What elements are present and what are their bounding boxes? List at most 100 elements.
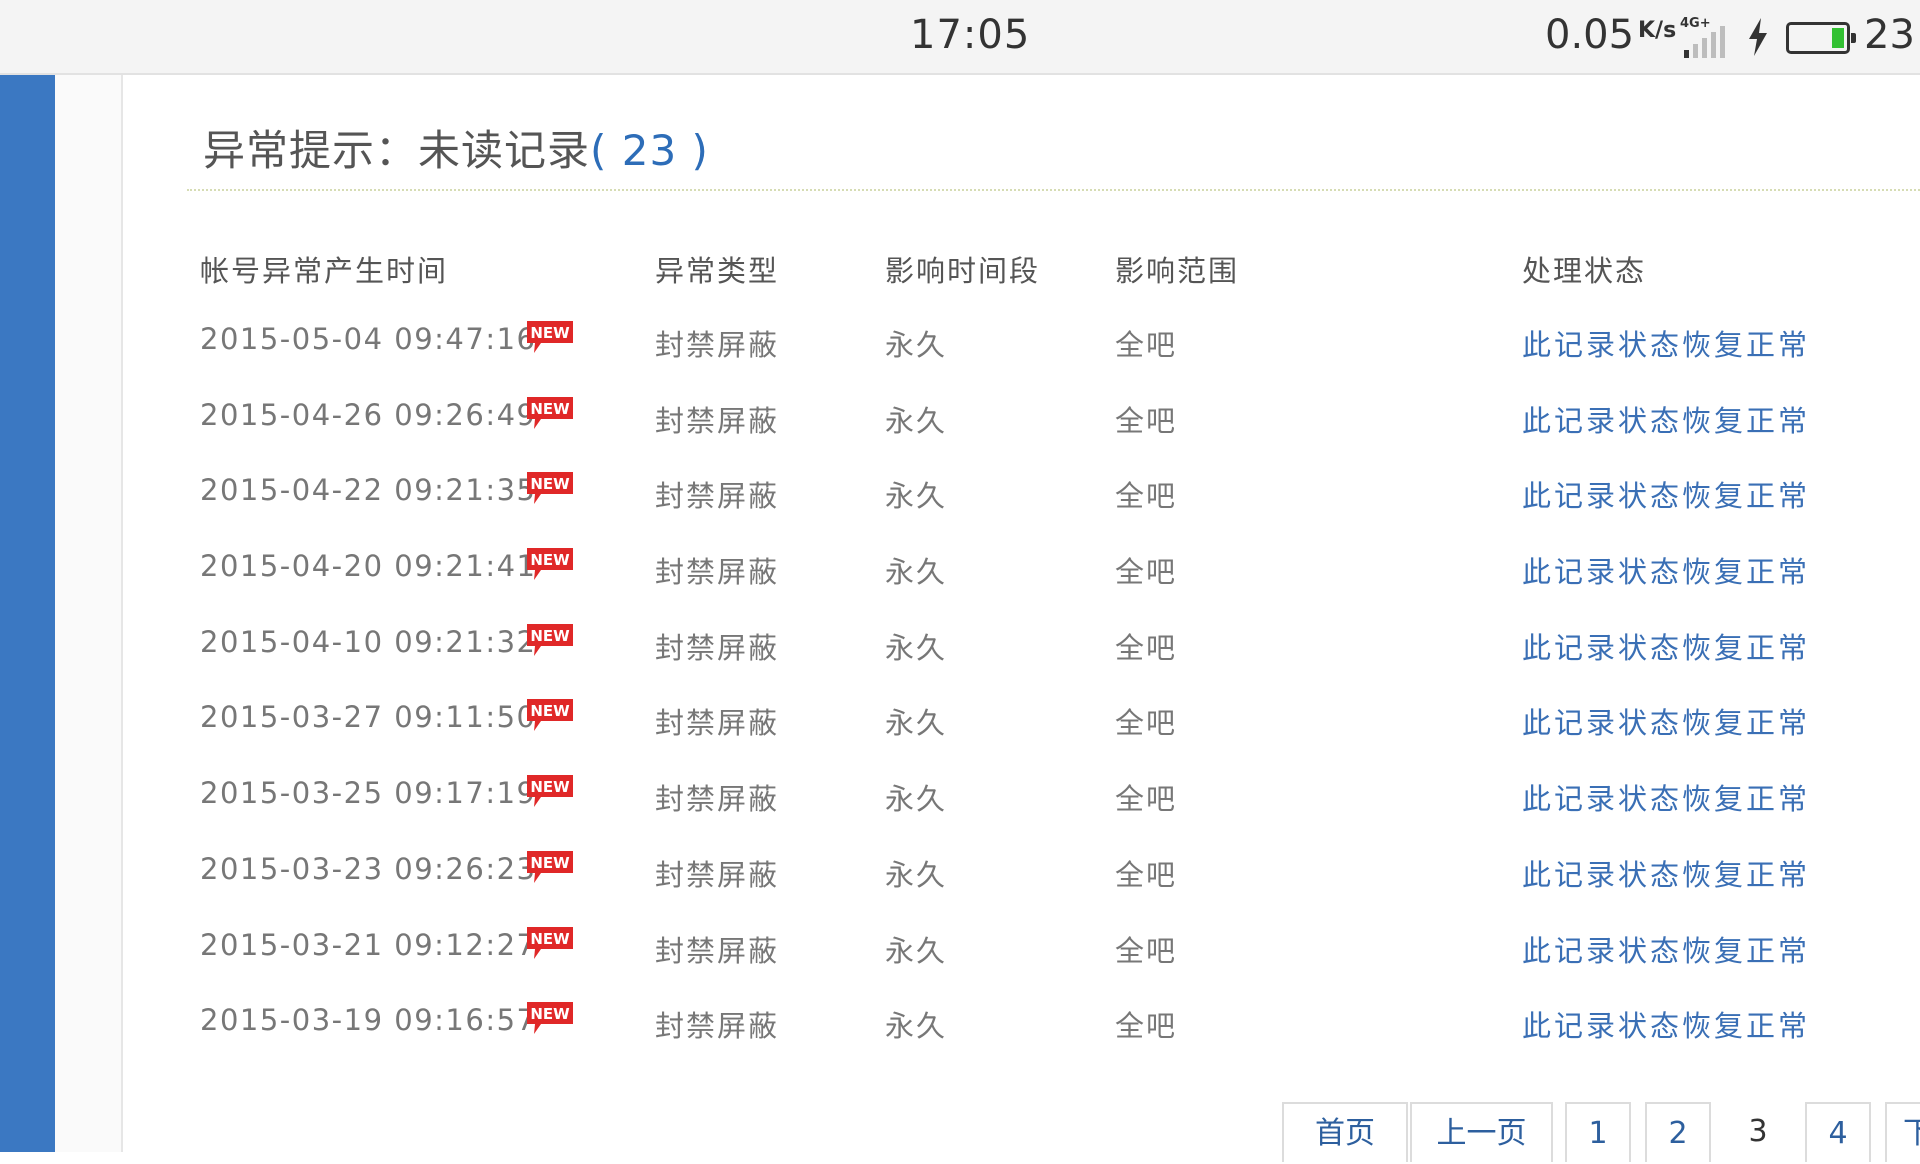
record-scope: 全吧 xyxy=(1115,857,1178,892)
signal-icon: 4G+ xyxy=(1680,16,1736,58)
table-row: 2015-03-21 09:12:27 NEW 封禁屏蔽 永久 全吧 此记录状态恢复正常 xyxy=(125,914,1920,990)
network-speed-unit: K/s xyxy=(1638,18,1677,43)
record-time: 2015-04-22 09:21:35 xyxy=(200,473,537,508)
new-badge-icon: NEW xyxy=(527,1002,573,1035)
table-row: 2015-04-20 09:21:41 NEW 封禁屏蔽 永久 全吧 此记录状态恢复正常 xyxy=(125,535,1920,611)
record-status-link[interactable]: 此记录状态恢复正常 xyxy=(1522,322,1810,364)
record-scope: 全吧 xyxy=(1115,555,1178,590)
record-type: 封禁屏蔽 xyxy=(655,555,780,590)
first-page-button[interactable]: 首页 xyxy=(1282,1102,1408,1162)
record-status-link[interactable]: 此记录状态恢复正常 xyxy=(1522,549,1810,591)
record-duration: 永久 xyxy=(885,706,948,741)
record-type: 封禁屏蔽 xyxy=(655,403,780,438)
record-time: 2015-03-25 09:17:19 xyxy=(200,776,537,811)
record-time: 2015-03-23 09:26:23 xyxy=(200,851,537,886)
record-time: 2015-03-19 09:16:57 xyxy=(200,1003,537,1038)
record-status-link[interactable]: 此记录状态恢复正常 xyxy=(1522,776,1810,818)
new-badge-label: NEW xyxy=(530,930,570,948)
column-header-type: 异常类型 xyxy=(655,254,780,288)
page-2-button[interactable]: 2 xyxy=(1645,1102,1711,1162)
column-header-time: 帐号异常产生时间 xyxy=(200,254,449,288)
table-row: 2015-04-10 09:21:32 NEW 封禁屏蔽 永久 全吧 此记录状态恢复正常 xyxy=(125,611,1920,687)
column-header-scope: 影响范围 xyxy=(1115,254,1240,288)
record-time: 2015-04-26 09:26:49 xyxy=(200,397,537,432)
record-duration: 永久 xyxy=(885,630,948,665)
page-4-button[interactable]: 4 xyxy=(1805,1102,1871,1162)
record-type: 封禁屏蔽 xyxy=(655,706,780,741)
table-row: 2015-03-27 09:11:50 NEW 封禁屏蔽 永久 全吧 此记录状态恢复正常 xyxy=(125,686,1920,762)
new-badge-label: NEW xyxy=(530,400,570,418)
next-page-button[interactable]: 下 xyxy=(1885,1102,1920,1162)
page-1-button[interactable]: 1 xyxy=(1565,1102,1631,1162)
record-duration: 永久 xyxy=(885,479,948,514)
record-scope: 全吧 xyxy=(1115,706,1178,741)
record-duration: 永久 xyxy=(885,857,948,892)
side-gutter xyxy=(55,75,123,1152)
side-accent-bar xyxy=(0,75,55,1152)
divider xyxy=(187,189,1920,191)
new-badge-icon: NEW xyxy=(527,623,573,656)
table-row: 2015-05-04 09:47:16 NEW 封禁屏蔽 永久 全吧 此记录状态恢复正常 xyxy=(125,308,1920,384)
new-badge-label: NEW xyxy=(530,702,570,720)
new-badge-icon: NEW xyxy=(527,699,573,732)
new-badge-label: NEW xyxy=(530,1005,570,1023)
record-type: 封禁屏蔽 xyxy=(655,328,780,362)
new-badge-icon: NEW xyxy=(527,396,573,429)
network-type: 4G+ xyxy=(1680,16,1711,31)
new-badge-label: NEW xyxy=(530,475,570,493)
column-header-status: 处理状态 xyxy=(1522,254,1647,288)
new-badge-label: NEW xyxy=(530,854,570,872)
record-type: 封禁屏蔽 xyxy=(655,479,780,514)
table-header: 帐号异常产生时间 异常类型 影响时间段 影响范围 处理状态 xyxy=(125,240,1920,296)
new-badge-icon: NEW xyxy=(527,926,573,959)
page-3-current: 3 xyxy=(1725,1102,1791,1162)
record-status-link[interactable]: 此记录状态恢复正常 xyxy=(1522,398,1810,440)
new-badge-icon: NEW xyxy=(527,775,573,808)
pagination: 首页 上一页 1 2 3 4 下 xyxy=(125,1102,1920,1162)
record-status-link[interactable]: 此记录状态恢复正常 xyxy=(1522,625,1810,667)
record-status-link[interactable]: 此记录状态恢复正常 xyxy=(1522,852,1810,894)
table-row: 2015-04-22 09:21:35 NEW 封禁屏蔽 永久 全吧 此记录状态恢复正常 xyxy=(125,459,1920,535)
battery-level: 23 xyxy=(1864,12,1915,58)
new-badge-icon: NEW xyxy=(527,321,573,353)
prev-page-button[interactable]: 上一页 xyxy=(1410,1102,1553,1162)
record-type: 封禁屏蔽 xyxy=(655,933,780,968)
clock: 17:05 xyxy=(910,12,1031,58)
record-scope: 全吧 xyxy=(1115,403,1178,438)
record-duration: 永久 xyxy=(885,555,948,590)
new-badge-label: NEW xyxy=(530,324,570,342)
page-title-text: 异常提示：未读记录 xyxy=(203,126,591,175)
network-speed: 0.05 xyxy=(1545,12,1635,58)
record-type: 封禁屏蔽 xyxy=(655,857,780,892)
record-status-link[interactable]: 此记录状态恢复正常 xyxy=(1522,928,1810,970)
records-table: 2015-05-04 09:47:16 NEW 封禁屏蔽 永久 全吧 此记录状态恢复正常 2… xyxy=(125,308,1920,1065)
record-duration: 永久 xyxy=(885,328,948,362)
record-status-link[interactable]: 此记录状态恢复正常 xyxy=(1522,1003,1810,1045)
abnormal-records-panel: 异常提示：未读记录( 23 ) 帐号异常产生时间 异常类型 影响时间段 影响范围… xyxy=(125,75,1920,1162)
record-duration: 永久 xyxy=(885,933,948,968)
table-row: 2015-03-23 09:26:23 NEW 封禁屏蔽 永久 全吧 此记录状态恢复正常 xyxy=(125,838,1920,914)
record-scope: 全吧 xyxy=(1115,1009,1178,1044)
new-badge-label: NEW xyxy=(530,627,570,645)
record-time: 2015-04-10 09:21:32 xyxy=(200,624,537,659)
record-time: 2015-05-04 09:47:16 xyxy=(200,322,537,356)
table-row: 2015-04-26 09:26:49 NEW 封禁屏蔽 永久 全吧 此记录状态恢复正常 xyxy=(125,384,1920,460)
record-duration: 永久 xyxy=(885,782,948,817)
record-scope: 全吧 xyxy=(1115,479,1178,514)
charging-icon xyxy=(1749,18,1767,56)
new-badge-icon: NEW xyxy=(527,548,573,581)
battery-icon xyxy=(1786,22,1856,54)
record-status-link[interactable]: 此记录状态恢复正常 xyxy=(1522,700,1810,742)
record-time: 2015-03-27 09:11:50 xyxy=(200,700,537,735)
page-title: 异常提示：未读记录( 23 ) xyxy=(203,117,709,178)
record-type: 封禁屏蔽 xyxy=(655,630,780,665)
record-time: 2015-04-20 09:21:41 xyxy=(200,549,537,584)
record-duration: 永久 xyxy=(885,1009,948,1044)
record-duration: 永久 xyxy=(885,403,948,438)
record-scope: 全吧 xyxy=(1115,630,1178,665)
record-scope: 全吧 xyxy=(1115,782,1178,817)
new-badge-label: NEW xyxy=(530,551,570,569)
record-status-link[interactable]: 此记录状态恢复正常 xyxy=(1522,473,1810,515)
new-badge-icon: NEW xyxy=(527,850,573,883)
record-scope: 全吧 xyxy=(1115,933,1178,968)
